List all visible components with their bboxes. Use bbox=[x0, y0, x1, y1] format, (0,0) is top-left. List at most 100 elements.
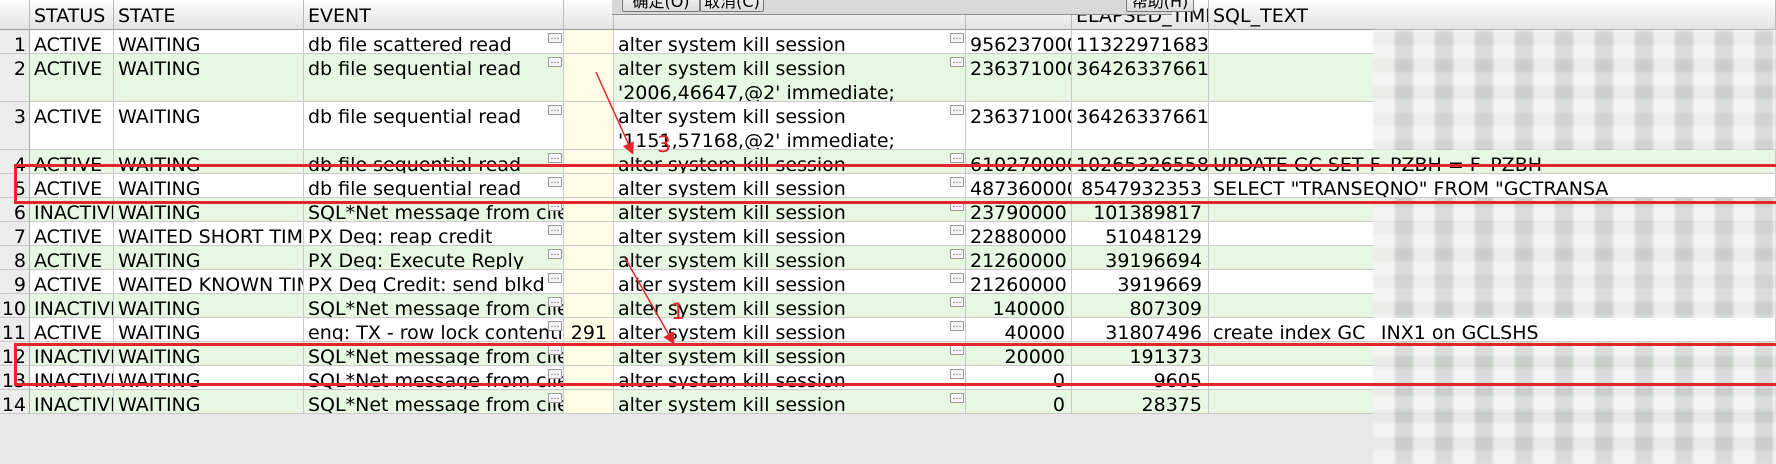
cell-status[interactable]: INACTIVE bbox=[30, 342, 114, 366]
cell-state[interactable]: WAITING bbox=[114, 390, 304, 414]
cell-expand-button[interactable]: … bbox=[950, 393, 964, 403]
cell-state[interactable]: WAITED KNOWN TIME bbox=[114, 270, 304, 294]
cell-blocking[interactable] bbox=[564, 102, 614, 150]
cell-state[interactable]: WAITING bbox=[114, 150, 304, 174]
cell-elapsed[interactable]: 51048129 bbox=[1072, 222, 1209, 246]
cell-elapsed[interactable]: 31807496 bbox=[1072, 318, 1209, 342]
cell-event[interactable]: SQL*Net message from client bbox=[304, 366, 564, 390]
cell-kill[interactable]: alter system kill session '2282,53158,@2… bbox=[614, 294, 966, 318]
cell-expand-button[interactable]: … bbox=[950, 249, 964, 259]
cell-expand-button[interactable]: … bbox=[548, 345, 562, 355]
cell-event[interactable]: SQL*Net message from client bbox=[304, 390, 564, 414]
cell-blocking[interactable] bbox=[564, 222, 614, 246]
cell-blocking[interactable] bbox=[564, 54, 614, 102]
row-number[interactable]: 9 bbox=[0, 270, 30, 296]
cell-event[interactable]: SQL*Net message from client bbox=[304, 198, 564, 222]
cell-time[interactable]: 22880000 bbox=[966, 222, 1072, 246]
cell-status[interactable]: ACTIVE bbox=[30, 270, 114, 294]
cell-event[interactable]: PX Deq: Execute Reply bbox=[304, 246, 564, 270]
ok-button[interactable]: 确定(O) bbox=[622, 0, 700, 12]
cell-expand-button[interactable]: … bbox=[950, 177, 964, 187]
cell-state[interactable]: WAITING bbox=[114, 318, 304, 342]
cell-time[interactable]: 21260000 bbox=[966, 270, 1072, 294]
cell-event[interactable]: db file sequential read bbox=[304, 102, 564, 150]
cell-state[interactable]: WAITING bbox=[114, 174, 304, 198]
cell-elapsed[interactable]: 8547932353 bbox=[1072, 174, 1209, 198]
cell-kill[interactable]: alter system kill session '2865,45704,@1… bbox=[614, 246, 966, 270]
cell-state[interactable]: WAITING bbox=[114, 54, 304, 102]
cell-expand-button[interactable]: … bbox=[950, 345, 964, 355]
cell-blocking[interactable] bbox=[564, 270, 614, 294]
cell-time[interactable]: 9562370000 bbox=[966, 30, 1072, 54]
cell-kill[interactable]: alter system kill session '22,58599,@2' … bbox=[614, 30, 966, 54]
cell-elapsed[interactable]: 3919669 bbox=[1072, 270, 1209, 294]
cell-expand-button[interactable]: … bbox=[548, 297, 562, 307]
row-number[interactable]: 10 bbox=[0, 294, 30, 320]
cell-status[interactable]: ACTIVE bbox=[30, 102, 114, 150]
cell-expand-button[interactable]: … bbox=[548, 369, 562, 379]
cell-event[interactable]: db file sequential read bbox=[304, 174, 564, 198]
cell-expand-button[interactable]: … bbox=[950, 273, 964, 283]
cell-elapsed[interactable]: 9605 bbox=[1072, 366, 1209, 390]
column-header-col3[interactable] bbox=[564, 0, 614, 30]
cell-time[interactable]: 487360000 bbox=[966, 174, 1072, 198]
cell-expand-button[interactable]: … bbox=[548, 393, 562, 403]
row-number[interactable]: 2 bbox=[0, 54, 30, 102]
row-number[interactable]: 6 bbox=[0, 198, 30, 224]
cell-expand-button[interactable]: … bbox=[548, 273, 562, 283]
cell-time[interactable]: 140000 bbox=[966, 294, 1072, 318]
cell-expand-button[interactable]: … bbox=[548, 201, 562, 211]
cell-state[interactable]: WAITING bbox=[114, 366, 304, 390]
help-button[interactable]: 帮助(H) bbox=[1126, 0, 1194, 12]
row-number[interactable]: 13 bbox=[0, 366, 30, 392]
cell-blocking[interactable] bbox=[564, 150, 614, 174]
cell-state[interactable]: WAITING bbox=[114, 246, 304, 270]
cell-event[interactable]: PX Deq Credit: send blkd bbox=[304, 270, 564, 294]
cell-status[interactable]: INACTIVE bbox=[30, 294, 114, 318]
cell-expand-button[interactable]: … bbox=[950, 225, 964, 235]
cell-expand-button[interactable]: … bbox=[548, 57, 562, 67]
cell-state[interactable]: WAITING bbox=[114, 294, 304, 318]
row-number[interactable]: 1 bbox=[0, 30, 30, 56]
cell-expand-button[interactable]: … bbox=[950, 153, 964, 163]
cell-elapsed[interactable]: 113229716834 bbox=[1072, 30, 1209, 54]
cell-expand-button[interactable]: … bbox=[950, 321, 964, 331]
row-number[interactable]: 14 bbox=[0, 390, 30, 416]
cell-time[interactable]: 0 bbox=[966, 366, 1072, 390]
cell-blocking[interactable] bbox=[564, 294, 614, 318]
row-number[interactable]: 12 bbox=[0, 342, 30, 368]
cell-expand-button[interactable]: … bbox=[548, 249, 562, 259]
cell-event[interactable]: SQL*Net message from client bbox=[304, 294, 564, 318]
cell-blocking[interactable] bbox=[564, 198, 614, 222]
cell-expand-button[interactable]: … bbox=[950, 33, 964, 43]
cell-event[interactable]: db file sequential read bbox=[304, 150, 564, 174]
cell-sql-visible[interactable]: SELECT "TRANSEQNO" FROM "GCTRANSA bbox=[1209, 174, 1776, 198]
cell-blocking[interactable] bbox=[564, 342, 614, 366]
cell-event[interactable]: db file scattered read bbox=[304, 30, 564, 54]
cell-expand-button[interactable]: … bbox=[950, 57, 964, 67]
cell-state[interactable]: WAITED SHORT TIME bbox=[114, 222, 304, 246]
cell-status[interactable]: ACTIVE bbox=[30, 174, 114, 198]
cell-expand-button[interactable]: … bbox=[548, 105, 562, 115]
column-header-event[interactable]: EVENT bbox=[304, 0, 564, 30]
column-header-status[interactable]: STATUS bbox=[30, 0, 114, 30]
cell-time[interactable]: 0 bbox=[966, 390, 1072, 414]
cell-time[interactable]: 21260000 bbox=[966, 246, 1072, 270]
cell-status[interactable]: ACTIVE bbox=[30, 222, 114, 246]
cell-time[interactable]: 40000 bbox=[966, 318, 1072, 342]
cell-status[interactable]: ACTIVE bbox=[30, 30, 114, 54]
cell-event[interactable]: db file sequential read bbox=[304, 54, 564, 102]
cell-state[interactable]: WAITING bbox=[114, 342, 304, 366]
cell-time[interactable]: 23790000 bbox=[966, 198, 1072, 222]
cell-elapsed[interactable]: 28375 bbox=[1072, 390, 1209, 414]
cell-expand-button[interactable]: … bbox=[950, 297, 964, 307]
cell-expand-button[interactable]: … bbox=[548, 33, 562, 43]
cell-elapsed[interactable]: 36426337661 bbox=[1072, 102, 1209, 150]
cell-elapsed[interactable]: 39196694 bbox=[1072, 246, 1209, 270]
cancel-button[interactable]: 取消(C) bbox=[700, 0, 764, 12]
cell-expand-button[interactable]: … bbox=[548, 321, 562, 331]
cell-expand-button[interactable]: … bbox=[950, 105, 964, 115]
cell-status[interactable]: INACTIVE bbox=[30, 390, 114, 414]
cell-kill[interactable]: alter system kill session '3421,47448,@1… bbox=[614, 318, 966, 342]
row-number[interactable]: 7 bbox=[0, 222, 30, 248]
